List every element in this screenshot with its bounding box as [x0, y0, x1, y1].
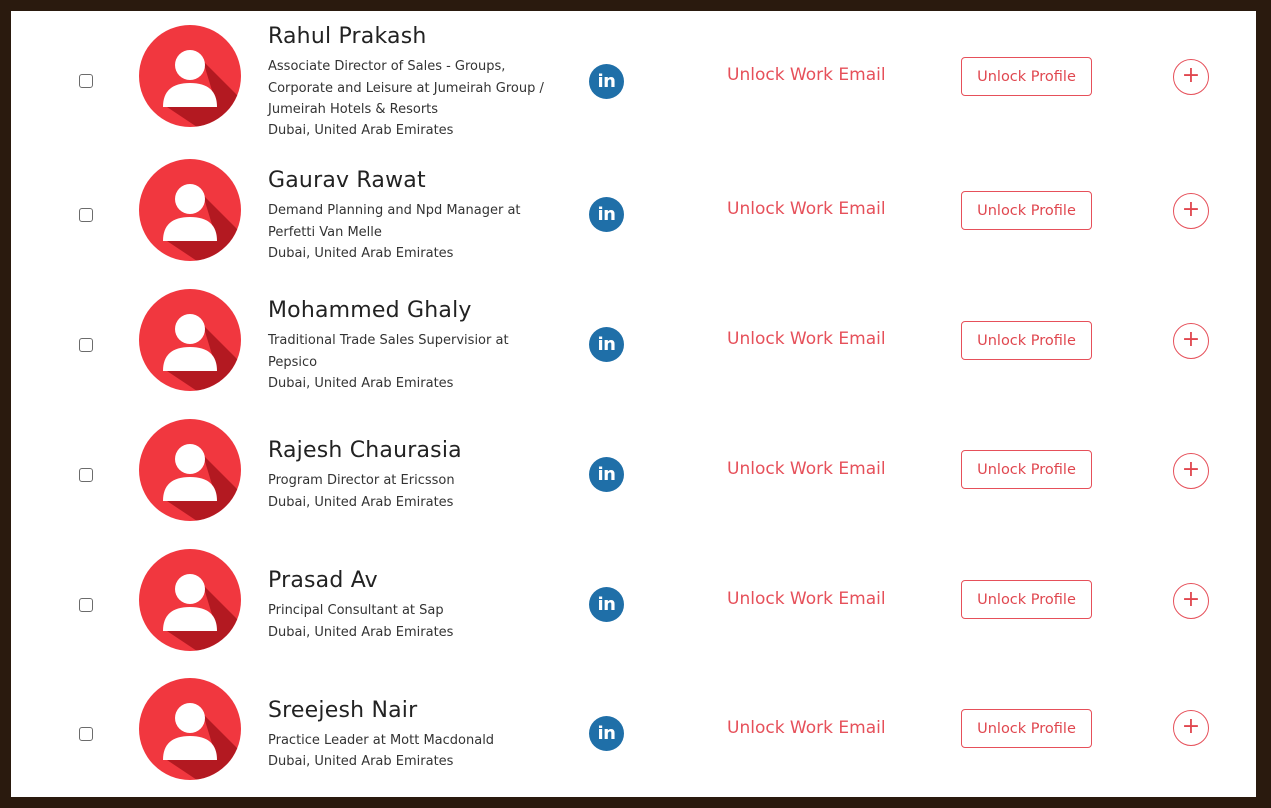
select-checkbox[interactable] — [79, 468, 93, 482]
contact-location: Dubai, United Arab Emirates — [268, 625, 454, 640]
unlock-work-email-link[interactable]: Unlock Work Email — [727, 589, 886, 609]
linkedin-icon[interactable]: in — [589, 64, 624, 99]
add-contact-button[interactable]: + — [1173, 453, 1209, 489]
contact-name: Prasad Av — [268, 568, 378, 593]
unlock-profile-button[interactable]: Unlock Profile — [961, 191, 1092, 230]
contact-title: Practice Leader at Mott Macdonald — [268, 733, 495, 748]
unlock-work-email-link[interactable]: Unlock Work Email — [727, 718, 886, 738]
linkedin-icon[interactable]: in — [589, 457, 624, 492]
user-avatar-icon — [139, 159, 241, 261]
user-avatar-icon — [139, 289, 241, 391]
contact-title: Traditional Trade Sales Supervisior at P… — [268, 333, 509, 370]
contact-location: Dubai, United Arab Emirates — [268, 376, 454, 391]
contact-row: Prasad Av Principal Consultant at Sap Du… — [11, 535, 1256, 665]
contact-name: Mohammed Ghaly — [268, 298, 472, 323]
add-contact-button[interactable]: + — [1173, 323, 1209, 359]
person-silhouette-icon — [163, 703, 241, 780]
plus-circle-icon: + — [1181, 457, 1201, 482]
contact-row: Mohammed Ghaly Traditional Trade Sales S… — [11, 275, 1256, 405]
person-silhouette-icon — [163, 50, 241, 127]
add-contact-button[interactable]: + — [1173, 583, 1209, 619]
unlock-profile-button[interactable]: Unlock Profile — [961, 321, 1092, 360]
unlock-work-email-link[interactable]: Unlock Work Email — [727, 329, 886, 349]
contact-title: Associate Director of Sales - Groups, Co… — [268, 59, 544, 117]
linkedin-icon[interactable]: in — [589, 327, 624, 362]
contact-location: Dubai, United Arab Emirates — [268, 246, 454, 261]
select-checkbox[interactable] — [79, 338, 93, 352]
select-checkbox[interactable] — [79, 208, 93, 222]
select-checkbox[interactable] — [79, 598, 93, 612]
plus-circle-icon: + — [1181, 587, 1201, 612]
linkedin-icon[interactable]: in — [589, 197, 624, 232]
user-avatar-icon — [139, 549, 241, 651]
unlock-work-email-link[interactable]: Unlock Work Email — [727, 459, 886, 479]
contact-row: Gaurav Rawat Demand Planning and Npd Man… — [11, 145, 1256, 275]
user-avatar-icon — [139, 419, 241, 521]
person-silhouette-icon — [163, 444, 241, 521]
add-contact-button[interactable]: + — [1173, 59, 1209, 95]
linkedin-icon[interactable]: in — [589, 587, 624, 622]
select-checkbox[interactable] — [79, 74, 93, 88]
unlock-profile-button[interactable]: Unlock Profile — [961, 450, 1092, 489]
plus-circle-icon: + — [1181, 327, 1201, 352]
unlock-work-email-link[interactable]: Unlock Work Email — [727, 65, 886, 85]
unlock-work-email-link[interactable]: Unlock Work Email — [727, 199, 886, 219]
person-silhouette-icon — [163, 314, 241, 391]
contact-location: Dubai, United Arab Emirates — [268, 495, 454, 510]
contact-title: Demand Planning and Npd Manager at Perfe… — [268, 203, 521, 240]
person-silhouette-icon — [163, 184, 241, 261]
linkedin-icon[interactable]: in — [589, 716, 624, 751]
contact-row: Sreejesh Nair Practice Leader at Mott Ma… — [11, 665, 1256, 795]
contact-row: Rahul Prakash Associate Director of Sale… — [11, 11, 1256, 141]
add-contact-button[interactable]: + — [1173, 710, 1209, 746]
person-silhouette-icon — [163, 574, 241, 651]
contact-title: Program Director at Ericsson — [268, 473, 455, 488]
contact-name: Rahul Prakash — [268, 24, 427, 49]
plus-circle-icon: + — [1181, 197, 1201, 222]
contact-name: Rajesh Chaurasia — [268, 438, 462, 463]
select-checkbox[interactable] — [79, 727, 93, 741]
contact-title: Principal Consultant at Sap — [268, 603, 444, 618]
unlock-profile-button[interactable]: Unlock Profile — [961, 709, 1092, 748]
contact-list: Rahul Prakash Associate Director of Sale… — [11, 11, 1256, 797]
contact-location: Dubai, United Arab Emirates — [268, 123, 454, 138]
contact-location: Dubai, United Arab Emirates — [268, 754, 454, 769]
contact-row: Rajesh Chaurasia Program Director at Eri… — [11, 405, 1256, 535]
contact-name: Sreejesh Nair — [268, 698, 418, 723]
user-avatar-icon — [139, 25, 241, 127]
plus-circle-icon: + — [1181, 63, 1201, 88]
unlock-profile-button[interactable]: Unlock Profile — [961, 57, 1092, 96]
plus-circle-icon: + — [1181, 714, 1201, 739]
user-avatar-icon — [139, 678, 241, 780]
unlock-profile-button[interactable]: Unlock Profile — [961, 580, 1092, 619]
add-contact-button[interactable]: + — [1173, 193, 1209, 229]
contact-name: Gaurav Rawat — [268, 168, 426, 193]
